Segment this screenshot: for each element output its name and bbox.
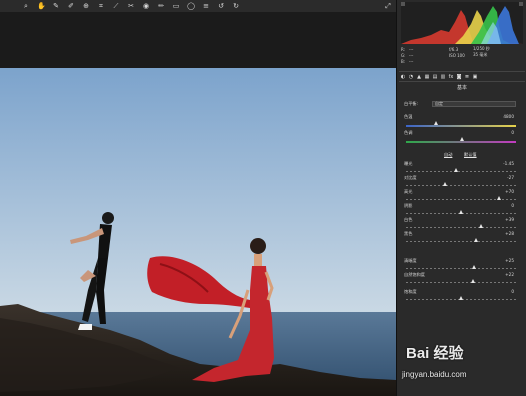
temperature-slider[interactable] [406,125,516,127]
section-title: 基本 [456,85,467,91]
redeye-icon[interactable]: ◉ [142,2,150,10]
slider-label: 曝光 [404,161,413,166]
straighten-icon[interactable]: ⟋ [112,2,120,10]
slider-thumb[interactable] [443,182,448,186]
color-sampler-icon[interactable]: ✐ [67,2,75,10]
zoom-icon[interactable]: ⌕ [22,2,30,10]
slider-value[interactable]: -27 [498,175,514,180]
hsl-tab-icon[interactable]: ▦ [424,74,430,80]
temperature-label: 色温 [404,114,413,119]
watermark-brand: Bai 经验 [406,345,464,362]
camera-info: R: --- f/6.3 1/250 秒 G: --- ISO 100 35 毫… [401,46,523,68]
temperature-thumb[interactable] [434,121,438,125]
slider-label: 白色 [404,217,413,222]
clip-highlight-icon [519,2,523,6]
iso: ISO 100 [449,52,465,58]
hand-icon[interactable]: ✋ [37,2,46,10]
camera-calibration-tab-icon[interactable]: ◙ [456,74,462,80]
focal-length: 35 毫米 [473,52,488,57]
slider-track[interactable] [406,185,516,186]
slider-thumb[interactable] [454,168,459,172]
slider-track[interactable] [406,171,516,172]
lens-tab-icon[interactable]: ▥ [440,74,446,80]
slider-value[interactable]: -1.45 [498,161,514,166]
effects-tab-icon[interactable]: fx [448,74,454,80]
watermark-url: jingyan.baidu.com [402,370,467,379]
tint-slider[interactable] [406,141,516,143]
raw-editor-window: ⌕ ✋ ✎ ✐ ⊕ ⌗ ⟋ ✂ ◉ ✏ ▭ ◯ ≡ ↺ ↻ ⤢ R: --- f… [0,0,526,396]
white-balance-label: 白平衡: [404,101,418,106]
aperture: f/6.3 [449,46,459,52]
target-adjust-icon[interactable]: ⊕ [82,2,90,10]
spot-removal-icon[interactable]: ✂ [127,2,135,10]
tint-label: 色调 [404,130,413,135]
temperature-value[interactable]: 4800 [498,114,514,119]
canvas-background [0,12,396,68]
radial-filter-icon[interactable]: ◯ [187,2,195,10]
slider-value[interactable]: +28 [498,231,514,236]
g-label: G: [401,52,406,58]
presence_slider-label: 饱和度 [404,289,417,294]
slider-value[interactable]: +70 [498,189,514,194]
snapshots-tab-icon[interactable]: ▣ [472,74,478,80]
clip-shadow-icon [401,2,405,6]
graduated-filter-icon[interactable]: ▭ [172,2,180,10]
preferences-icon[interactable]: ≡ [202,2,210,10]
fullscreen-icon[interactable]: ⤢ [380,0,396,12]
r-label: R: [401,46,406,52]
slider-thumb[interactable] [479,224,484,228]
white-balance-icon[interactable]: ✎ [52,2,60,10]
presence_slider-value[interactable]: +22 [498,272,514,277]
crop-icon[interactable]: ⌗ [97,2,105,10]
presence_slider-value[interactable]: +25 [498,258,514,263]
auto-link[interactable]: 自动 [444,152,452,158]
photo-preview[interactable] [0,68,396,396]
toolbar: ⌕ ✋ ✎ ✐ ⊕ ⌗ ⟋ ✂ ◉ ✏ ▭ ◯ ≡ ↺ ↻ [0,0,396,12]
slider-label: 阴影 [404,203,413,208]
slider-label: 黑色 [404,231,413,236]
presets-tab-icon[interactable]: ≣ [464,74,470,80]
presence_slider-thumb[interactable] [470,279,475,283]
photo-image [0,68,396,396]
adjustment-panel: R: --- f/6.3 1/250 秒 G: --- ISO 100 35 毫… [396,0,526,396]
slider-thumb[interactable] [497,196,501,200]
tone-curve-tab-icon[interactable]: ◔ [408,74,414,80]
b-value: --- [409,58,414,64]
slider-value[interactable]: 0 [498,203,514,208]
tint-value[interactable]: 0 [498,130,514,135]
presence_slider-label: 清晰度 [404,258,417,263]
presence_slider-track[interactable] [406,282,516,283]
presence_slider-value[interactable]: 0 [498,289,514,294]
presence_slider-thumb[interactable] [471,265,476,269]
slider-track[interactable] [406,227,516,228]
slider-label: 对比度 [404,175,417,180]
split-toning-tab-icon[interactable]: ▤ [432,74,438,80]
panel-tabs: ◐ ◔ ▲ ▦ ▤ ▥ fx ◙ ≣ ▣ [399,71,525,82]
presence_slider-thumb[interactable] [458,296,463,300]
presence_slider-track[interactable] [406,268,516,269]
tint-thumb[interactable] [460,137,464,141]
adjustment-brush-icon[interactable]: ✏ [157,2,165,10]
g-value: --- [409,52,414,58]
r-value: --- [409,46,414,52]
rotate-ccw-icon[interactable]: ↺ [217,2,225,10]
detail-tab-icon[interactable]: ▲ [416,74,422,80]
slider-value[interactable]: +39 [498,217,514,222]
histogram [401,2,523,44]
rotate-cw-icon[interactable]: ↻ [232,2,240,10]
basic-tab-icon[interactable]: ◐ [400,74,406,80]
b-label: B: [401,58,406,64]
white-balance-select[interactable]: 自定 [432,101,516,107]
slider-thumb[interactable] [458,210,463,214]
presence_slider-label: 自然饱和度 [404,272,425,277]
slider-track[interactable] [406,241,516,242]
slider-thumb[interactable] [473,238,478,242]
baidu-jingyan-watermark: Bai 经验 jingyan.baidu.com [400,340,520,390]
default-link[interactable]: 默认值 [464,152,477,158]
slider-label: 高光 [404,189,413,194]
